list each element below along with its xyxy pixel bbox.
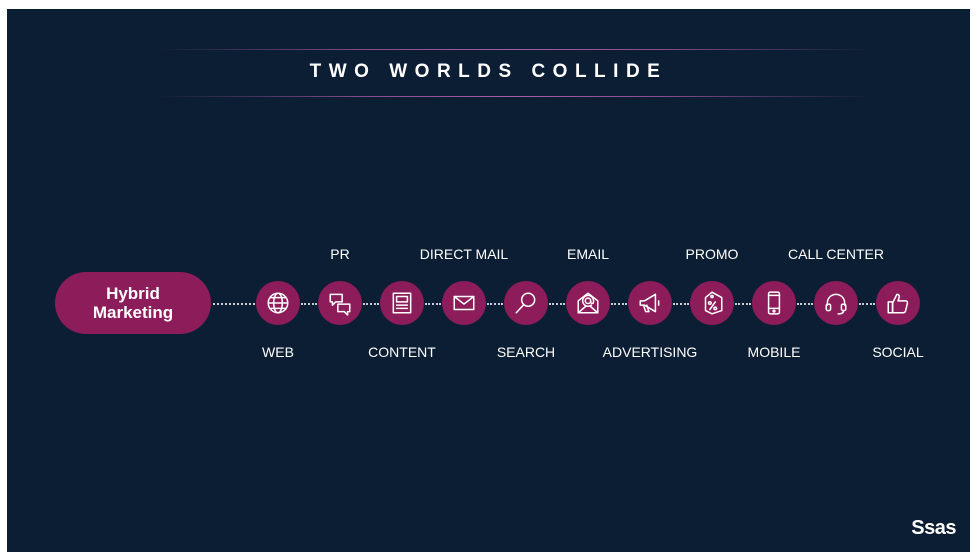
headset-icon — [823, 290, 849, 316]
sas-logo: Ssas — [911, 517, 956, 539]
channel-label: EMAIL — [566, 246, 610, 262]
chat-bubbles-icon — [327, 290, 353, 316]
channel-label: WEB — [262, 344, 294, 360]
channel-node-direct-mail — [442, 281, 486, 325]
channel-label: ADVERTISING — [602, 344, 698, 360]
connector-dots — [425, 303, 441, 305]
channel-node-advertising — [628, 281, 672, 325]
email-at-icon — [575, 290, 601, 316]
thumbs-up-icon — [885, 290, 911, 316]
channel-label: CALL CENTER — [788, 246, 884, 262]
channel-label: DIRECT MAIL — [419, 246, 509, 262]
channel-label: PROMO — [685, 246, 739, 262]
channel-node-call-center — [814, 281, 858, 325]
connector-dots — [487, 303, 503, 305]
channel-node-content — [380, 281, 424, 325]
connector-dots — [213, 303, 255, 305]
connector-dots — [301, 303, 317, 305]
smartphone-icon — [761, 290, 787, 316]
connector-dots — [797, 303, 813, 305]
connector-dots — [735, 303, 751, 305]
channel-label: CONTENT — [368, 344, 436, 360]
channel-node-web — [256, 281, 300, 325]
envelope-icon — [451, 290, 477, 316]
channel-node-pr — [318, 281, 362, 325]
connector-dots — [611, 303, 627, 305]
slide-title: TWO WORLDS COLLIDE — [309, 61, 668, 82]
connector-dots — [549, 303, 565, 305]
title-top-rule — [157, 49, 872, 50]
connector-dots — [363, 303, 379, 305]
channel-node-promo — [690, 281, 734, 325]
connector-dots — [673, 303, 689, 305]
hybrid-marketing-pill: Hybrid Marketing — [55, 272, 211, 334]
globe-icon — [265, 290, 291, 316]
magnifier-icon — [513, 290, 539, 316]
channel-node-mobile — [752, 281, 796, 325]
tag-percent-icon — [699, 290, 725, 316]
channel-label: SOCIAL — [872, 344, 924, 360]
title-bottom-rule — [157, 96, 872, 97]
channel-label: PR — [330, 246, 350, 262]
channel-node-email — [566, 281, 610, 325]
hub-label-line2: Marketing — [92, 303, 174, 322]
channel-label: SEARCH — [496, 344, 556, 360]
channel-label: MOBILE — [747, 344, 801, 360]
channel-node-search — [504, 281, 548, 325]
megaphone-icon — [637, 290, 663, 316]
hub-label-line1: Hybrid — [106, 284, 160, 303]
newspaper-icon — [389, 290, 415, 316]
slide: TWO WORLDS COLLIDE Hybrid Marketing WEB P… — [7, 9, 970, 552]
channel-node-social — [876, 281, 920, 325]
connector-dots — [859, 303, 875, 305]
